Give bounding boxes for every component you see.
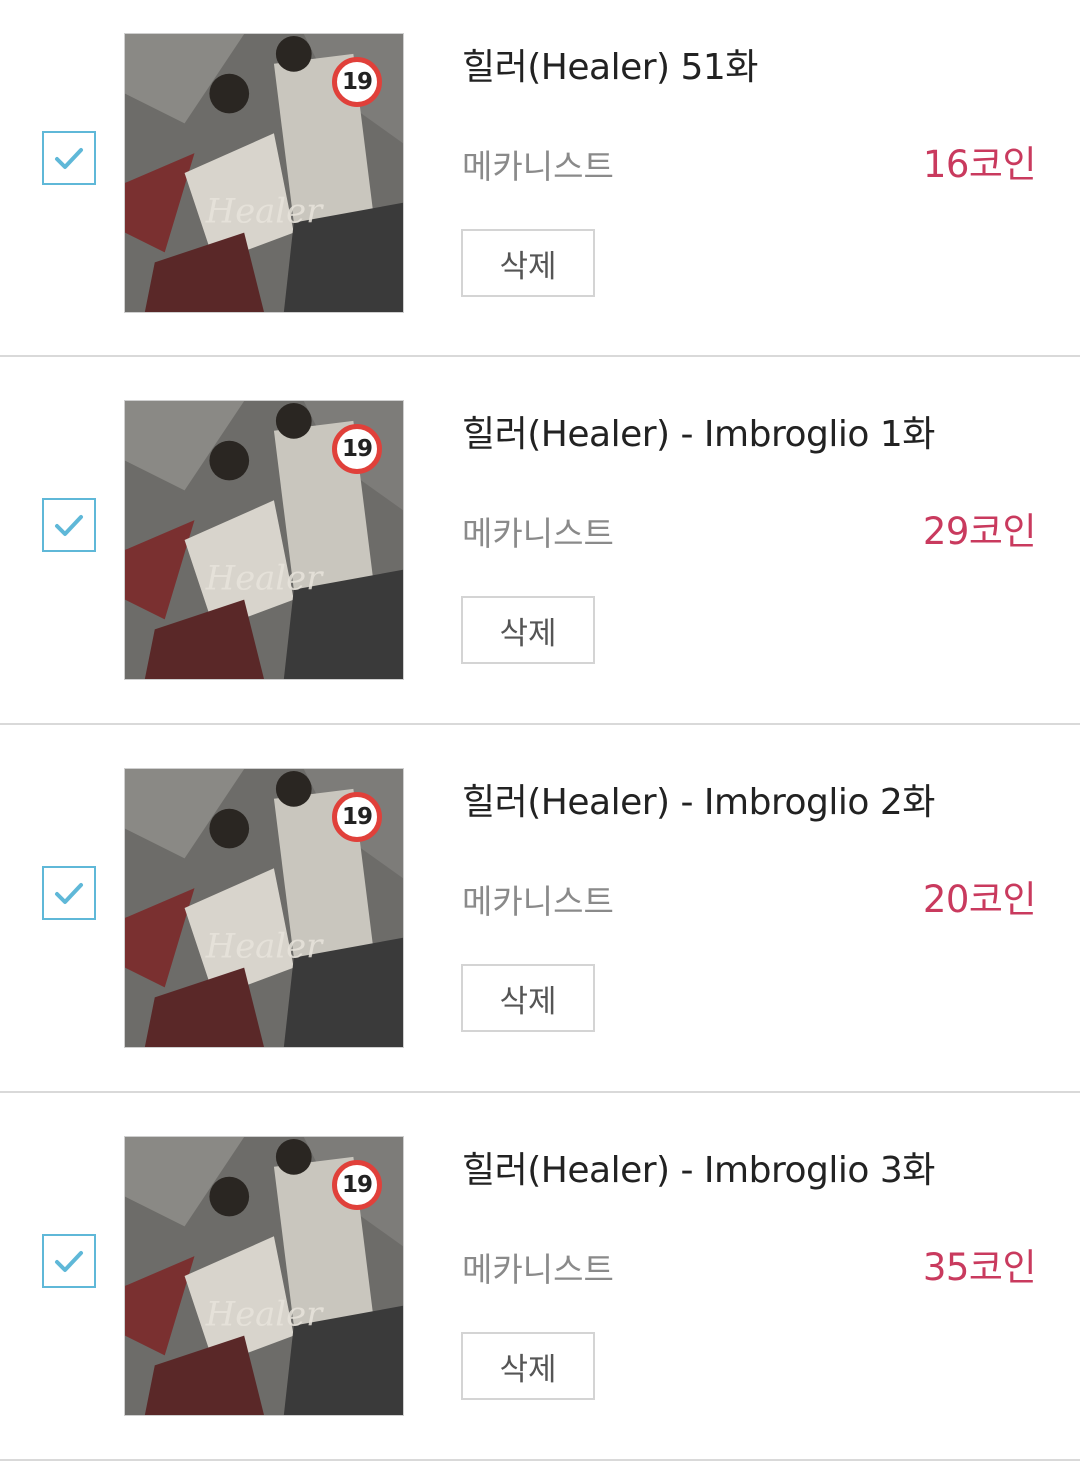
- svg-text:Healer: Healer: [205, 927, 324, 966]
- item-title[interactable]: 힐러(Healer) - Imbroglio 3화: [462, 1141, 935, 1193]
- item-price: 16코인: [922, 143, 1037, 186]
- item-checkbox[interactable]: [42, 1234, 96, 1288]
- item-price: 20코인: [922, 878, 1037, 921]
- item-checkbox[interactable]: [42, 498, 96, 552]
- age-19-badge-icon: 19: [332, 1160, 382, 1210]
- item-title[interactable]: 힐러(Healer) 51화: [462, 38, 758, 90]
- cart-item: Healer 19 힐러(Healer) 51화 메카니스트 16코인 삭제: [0, 0, 1080, 357]
- age-19-badge-icon: 19: [332, 792, 382, 842]
- item-author: 메카니스트: [462, 882, 614, 921]
- cover-thumbnail[interactable]: Healer 19: [124, 400, 404, 680]
- delete-button[interactable]: 삭제: [461, 596, 595, 664]
- item-checkbox[interactable]: [42, 866, 96, 920]
- delete-button[interactable]: 삭제: [461, 1332, 595, 1400]
- cart-item: Healer 19 힐러(Healer) - Imbroglio 1화 메카니스…: [0, 357, 1080, 725]
- item-title[interactable]: 힐러(Healer) - Imbroglio 2화: [462, 773, 935, 825]
- checkmark-icon: [55, 883, 83, 904]
- item-price: 35코인: [922, 1246, 1037, 1289]
- item-author: 메카니스트: [462, 147, 614, 186]
- svg-text:Healer: Healer: [205, 559, 324, 598]
- cart-item: Healer 19 힐러(Healer) - Imbroglio 2화 메카니스…: [0, 725, 1080, 1093]
- cover-thumbnail[interactable]: Healer 19: [124, 1136, 404, 1416]
- cover-thumbnail[interactable]: Healer 19: [124, 33, 404, 313]
- cart-item-list: Healer 19 힐러(Healer) 51화 메카니스트 16코인 삭제 H…: [0, 0, 1080, 1461]
- delete-button[interactable]: 삭제: [461, 964, 595, 1032]
- item-author: 메카니스트: [462, 514, 614, 553]
- item-price: 29코인: [922, 510, 1037, 553]
- svg-text:Healer: Healer: [205, 1295, 324, 1334]
- checkmark-icon: [55, 1251, 83, 1272]
- item-title[interactable]: 힐러(Healer) - Imbroglio 1화: [462, 405, 935, 457]
- item-checkbox[interactable]: [42, 131, 96, 185]
- checkmark-icon: [55, 148, 83, 169]
- delete-button[interactable]: 삭제: [461, 229, 595, 297]
- checkmark-icon: [55, 515, 83, 536]
- age-19-badge-icon: 19: [332, 424, 382, 474]
- age-19-badge-icon: 19: [332, 57, 382, 107]
- item-author: 메카니스트: [462, 1250, 614, 1289]
- cover-thumbnail[interactable]: Healer 19: [124, 768, 404, 1048]
- cart-item: Healer 19 힐러(Healer) - Imbroglio 3화 메카니스…: [0, 1093, 1080, 1461]
- svg-text:Healer: Healer: [205, 192, 324, 231]
